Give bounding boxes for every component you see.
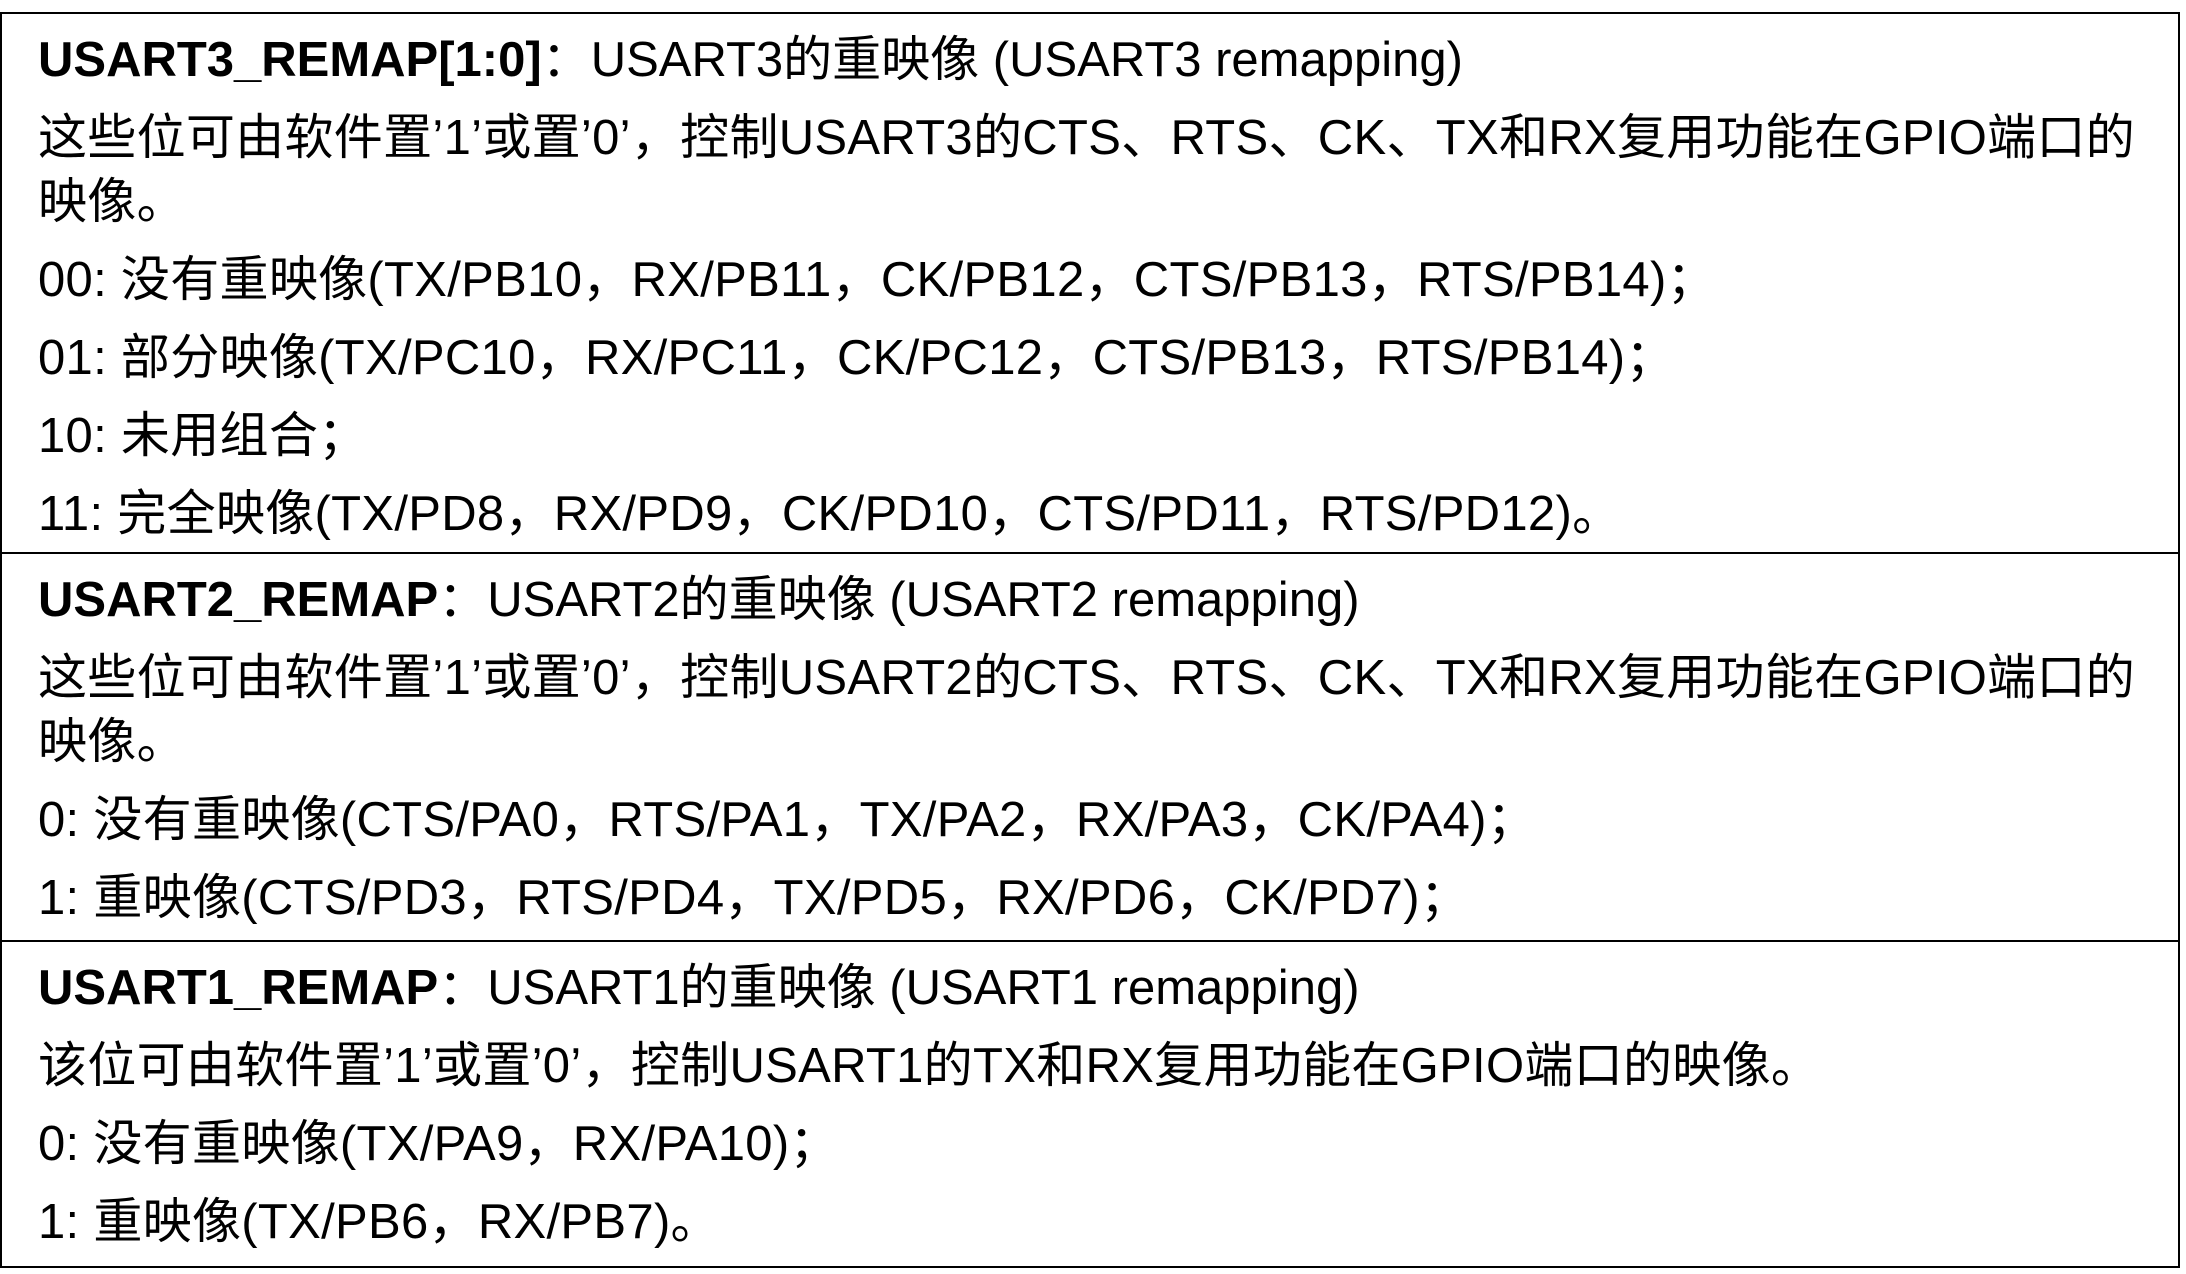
usart2-remap-section: USART2_REMAP：USART2的重映像 (USART2 remappin…: [0, 552, 2180, 940]
field-title: USART3的重映像 (USART3 remapping): [590, 33, 1463, 87]
option-line: 00: 没有重映像(TX/PB10，RX/PB11，CK/PB12，CTS/PB…: [38, 253, 1716, 307]
field-name: USART2_REMAP: [38, 573, 439, 627]
field-name: USART1_REMAP: [38, 961, 439, 1015]
field-name: USART3_REMAP[1:0]: [38, 33, 542, 87]
usart1-remap-section: USART1_REMAP：USART1的重映像 (USART1 remappin…: [0, 940, 2180, 1266]
field-description: 该位可由软件置’1’或置’0’，控制USART1的TX和RX复用功能在GPIO端…: [38, 1039, 1821, 1093]
option-line: 1: 重映像(CTS/PD3，RTS/PD4，TX/PD5，RX/PD6，CK/…: [38, 871, 1470, 925]
option-line: 11: 完全映像(TX/PD8，RX/PD9，CK/PD10，CTS/PD11，…: [38, 487, 1622, 541]
option-line: 01: 部分映像(TX/PC10，RX/PC11，CK/PC12，CTS/PB1…: [38, 331, 1675, 385]
option-line: 0: 没有重映像(TX/PA9，RX/PA10)；: [38, 1117, 839, 1171]
section-heading: USART3_REMAP[1:0]：USART3的重映像 (USART3 rem…: [38, 28, 2146, 92]
heading-separator: ：: [438, 573, 488, 627]
field-description: 这些位可由软件置’1’或置’0’，控制USART3的CTS、RTS、CK、TX和…: [38, 111, 2136, 229]
option-line: 10: 未用组合；: [38, 409, 368, 463]
usart3-remap-section: USART3_REMAP[1:0]：USART3的重映像 (USART3 rem…: [0, 14, 2180, 552]
section-heading: USART1_REMAP：USART1的重映像 (USART1 remappin…: [38, 956, 2146, 1020]
heading-separator: ：: [541, 33, 591, 87]
option-line: 1: 重映像(TX/PB6，RX/PB7)。: [38, 1195, 720, 1249]
field-title: USART2的重映像 (USART2 remapping): [487, 573, 1360, 627]
section-heading: USART2_REMAP：USART2的重映像 (USART2 remappin…: [38, 568, 2146, 632]
register-description-table: USART3_REMAP[1:0]：USART3的重映像 (USART3 rem…: [0, 12, 2180, 1268]
field-title: USART1的重映像 (USART1 remapping): [487, 961, 1360, 1015]
heading-separator: ：: [438, 961, 488, 1015]
option-line: 0: 没有重映像(CTS/PA0，RTS/PA1，TX/PA2，RX/PA3，C…: [38, 793, 1537, 847]
field-description: 这些位可由软件置’1’或置’0’，控制USART2的CTS、RTS、CK、TX和…: [38, 651, 2136, 769]
